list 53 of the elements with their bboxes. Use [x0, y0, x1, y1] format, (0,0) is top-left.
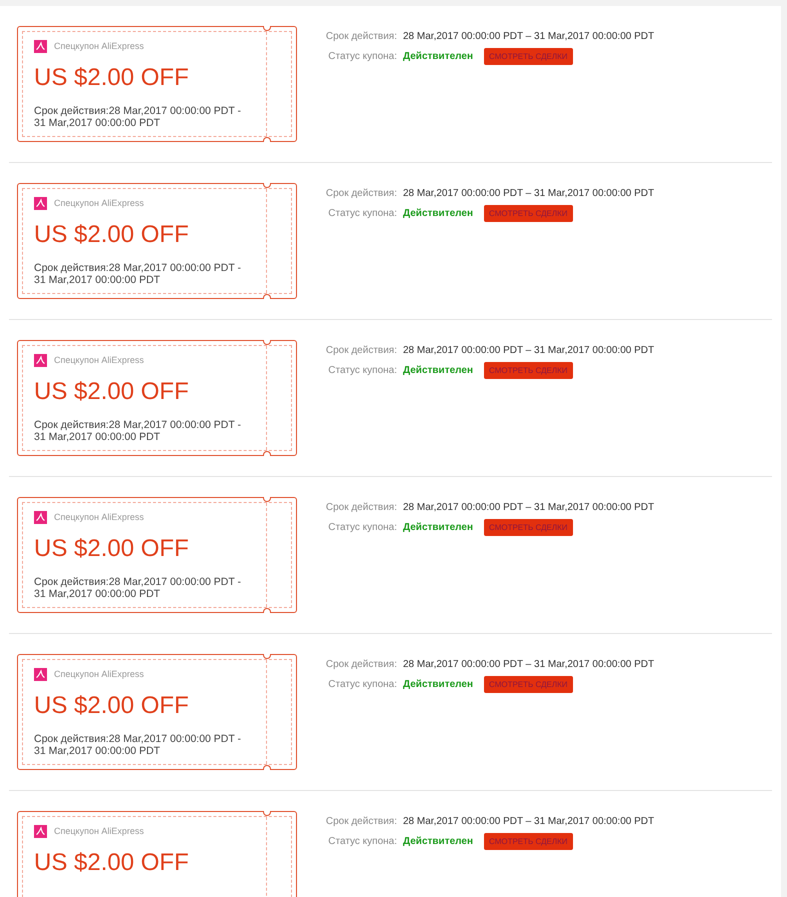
period-value: 28 Mar,2017 00:00:00 PDT – 31 Mar,2017 00:00:00 PDT [403, 658, 654, 672]
period-value: 28 Mar,2017 00:00:00 PDT – 31 Mar,2017 00:00:00 PDT [403, 186, 654, 200]
view-deals-button[interactable]: СМОТРЕТЬ СДЕЛКИ [484, 362, 573, 379]
period-label: Срок действия: [324, 658, 397, 672]
status-value: Действителен [403, 50, 473, 64]
period-value: 28 Mar,2017 00:00:00 PDT – 31 Mar,2017 00:00:00 PDT [403, 30, 654, 44]
coupon-brand: Спецкупон AliExpress [54, 825, 144, 838]
coupon-amount: US $2.00 OFF [34, 691, 190, 721]
view-deals-button[interactable]: СМОТРЕТЬ СДЕЛКИ [484, 833, 573, 850]
view-deals-button[interactable]: СМОТРЕТЬ СДЕЛКИ [484, 48, 573, 65]
coupon-brand: Спецкупон AliExpress [54, 354, 144, 367]
status-value: Действителен [403, 678, 473, 692]
period-label: Срок действия: [324, 30, 397, 44]
period-value: 28 Mar,2017 00:00:00 PDT – 31 Mar,2017 00:00:00 PDT [403, 344, 654, 358]
logo-icon [34, 668, 47, 681]
status-label: Статус купона: [327, 835, 397, 849]
status-value: Действителен [403, 521, 473, 535]
logo-icon [34, 40, 47, 53]
logo-icon [34, 511, 47, 524]
status-label: Статус купона: [327, 364, 397, 378]
coupon-validity: Срок действия:28 Mar,2017 00:00:00 PDT - 31 Mar,2017 00:00:00 PDT [34, 105, 242, 129]
status-value: Действителен [403, 364, 473, 378]
period-label: Срок действия: [324, 344, 397, 358]
coupon-validity: Срок действия:28 Mar,2017 00:00:00 PDT - 31 Mar,2017 00:00:00 PDT [34, 733, 242, 757]
status-label: Статус купона: [327, 207, 397, 221]
logo-icon [34, 825, 47, 838]
period-value: 28 Mar,2017 00:00:00 PDT – 31 Mar,2017 00:00:00 PDT [403, 500, 654, 514]
logo-icon [34, 354, 47, 367]
coupon-brand: Спецкупон AliExpress [54, 40, 144, 53]
status-value: Действителен [403, 835, 473, 849]
view-deals-button[interactable]: СМОТРЕТЬ СДЕЛКИ [484, 519, 573, 536]
status-value: Действителен [403, 207, 473, 221]
coupon-brand: Спецкупон AliExpress [54, 197, 144, 210]
coupon-brand: Спецкупон AliExpress [54, 668, 144, 681]
coupon-amount: US $2.00 OFF [34, 534, 190, 564]
status-label: Статус купона: [327, 521, 397, 535]
view-deals-button[interactable]: СМОТРЕТЬ СДЕЛКИ [484, 676, 573, 693]
period-label: Срок действия: [324, 814, 397, 828]
coupon-amount: US $2.00 OFF [34, 377, 190, 407]
period-label: Срок действия: [324, 500, 397, 514]
status-label: Статус купона: [327, 50, 397, 64]
period-label: Срок действия: [324, 186, 397, 200]
coupon-amount: US $2.00 OFF [34, 220, 190, 250]
logo-icon [34, 197, 47, 210]
coupon-validity: Срок действия:28 Mar,2017 00:00:00 PDT - 31 Mar,2017 00:00:00 PDT [34, 262, 242, 286]
coupon-amount: US $2.00 OFF [34, 848, 190, 878]
status-label: Статус купона: [327, 678, 397, 692]
coupon-validity: Срок действия:28 Mar,2017 00:00:00 PDT - 31 Mar,2017 00:00:00 PDT [34, 419, 242, 443]
view-deals-button[interactable]: СМОТРЕТЬ СДЕЛКИ [484, 205, 573, 222]
coupon-amount: US $2.00 OFF [34, 63, 190, 93]
period-value: 28 Mar,2017 00:00:00 PDT – 31 Mar,2017 00:00:00 PDT [403, 814, 654, 828]
coupon-validity: Срок действия:28 Mar,2017 00:00:00 PDT - 31 Mar,2017 00:00:00 PDT [34, 576, 242, 600]
coupon-brand: Спецкупон AliExpress [54, 511, 144, 524]
